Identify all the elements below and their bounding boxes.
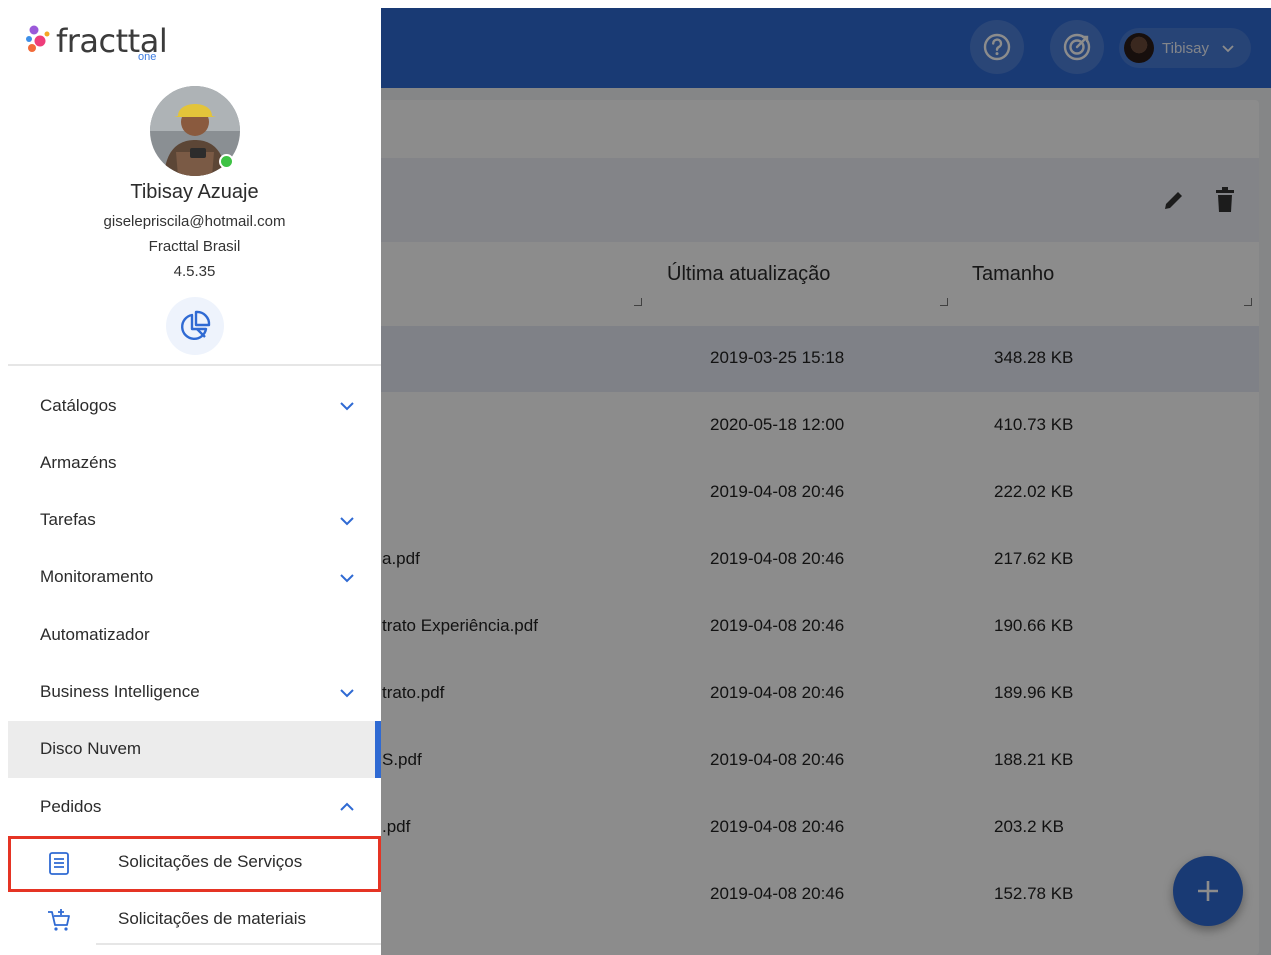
- dashboard-button[interactable]: [166, 297, 224, 355]
- profile-email: giselepriscila@hotmail.com: [103, 213, 286, 230]
- chevron-down-icon[interactable]: [338, 684, 356, 702]
- sidebar-item-label: Tarefas: [40, 510, 96, 530]
- submenu-item-solicitacoes-de-servicos[interactable]: Solicitações de Serviços: [8, 836, 381, 892]
- sidebar-item-business-intelligence[interactable]: Business Intelligence: [8, 664, 381, 721]
- sidebar-item-monitoramento[interactable]: Monitoramento: [8, 549, 381, 606]
- logo-dots-icon: [26, 25, 50, 52]
- submenu-item-solicitacoes-de-materiais[interactable]: Solicitações de materiais: [8, 893, 381, 949]
- divider: [96, 943, 381, 945]
- list-document-icon: [49, 852, 69, 875]
- chevron-down-icon[interactable]: [338, 397, 356, 415]
- chevron-up-icon[interactable]: [338, 798, 356, 816]
- screen: Tibisay Última atualização Tamanho 2019-…: [0, 0, 1271, 955]
- sidebar-item-label: Business Intelligence: [40, 682, 200, 701]
- profile-name: Tibisay Azuaje: [130, 181, 259, 203]
- sidebar-item-label: Catálogos: [40, 395, 117, 415]
- app-version: 4.5.35: [173, 263, 216, 280]
- submenu-item-label: Solicitações de Serviços: [118, 852, 303, 871]
- pie-chart-icon: [181, 310, 211, 340]
- profile-company: Fracttal Brasil: [148, 238, 241, 255]
- navigation-drawer: fracttal one Tibisay Azuaje giseleprisci…: [8, 8, 381, 955]
- sidebar-item-armazens[interactable]: Armazéns: [8, 434, 381, 491]
- submenu-item-label: Solicitações de materiais: [118, 909, 307, 928]
- sidebar-item-disco-nuvem[interactable]: Disco Nuvem: [8, 720, 381, 778]
- sidebar-item-label: Armazéns: [40, 452, 117, 472]
- cart-add-icon: [48, 909, 70, 931]
- divider: [8, 364, 381, 366]
- sidebar-item-pedidos[interactable]: Pedidos: [8, 778, 381, 835]
- sidebar-item-catalogos[interactable]: Catálogos: [8, 377, 381, 434]
- chevron-down-icon[interactable]: [338, 512, 356, 530]
- sidebar-item-label: Disco Nuvem: [40, 739, 142, 759]
- sidebar-item-label: Pedidos: [40, 796, 102, 816]
- sidebar-item-label: Monitoramento: [40, 567, 154, 587]
- chevron-down-icon[interactable]: [338, 569, 356, 587]
- logo-subtext: one: [138, 51, 157, 63]
- online-status-indicator: [219, 154, 234, 169]
- sidebar-item-automatizador[interactable]: Automatizador: [8, 606, 381, 663]
- sidebar-item-tarefas[interactable]: Tarefas: [8, 492, 381, 549]
- sidebar-item-label: Automatizador: [40, 624, 150, 644]
